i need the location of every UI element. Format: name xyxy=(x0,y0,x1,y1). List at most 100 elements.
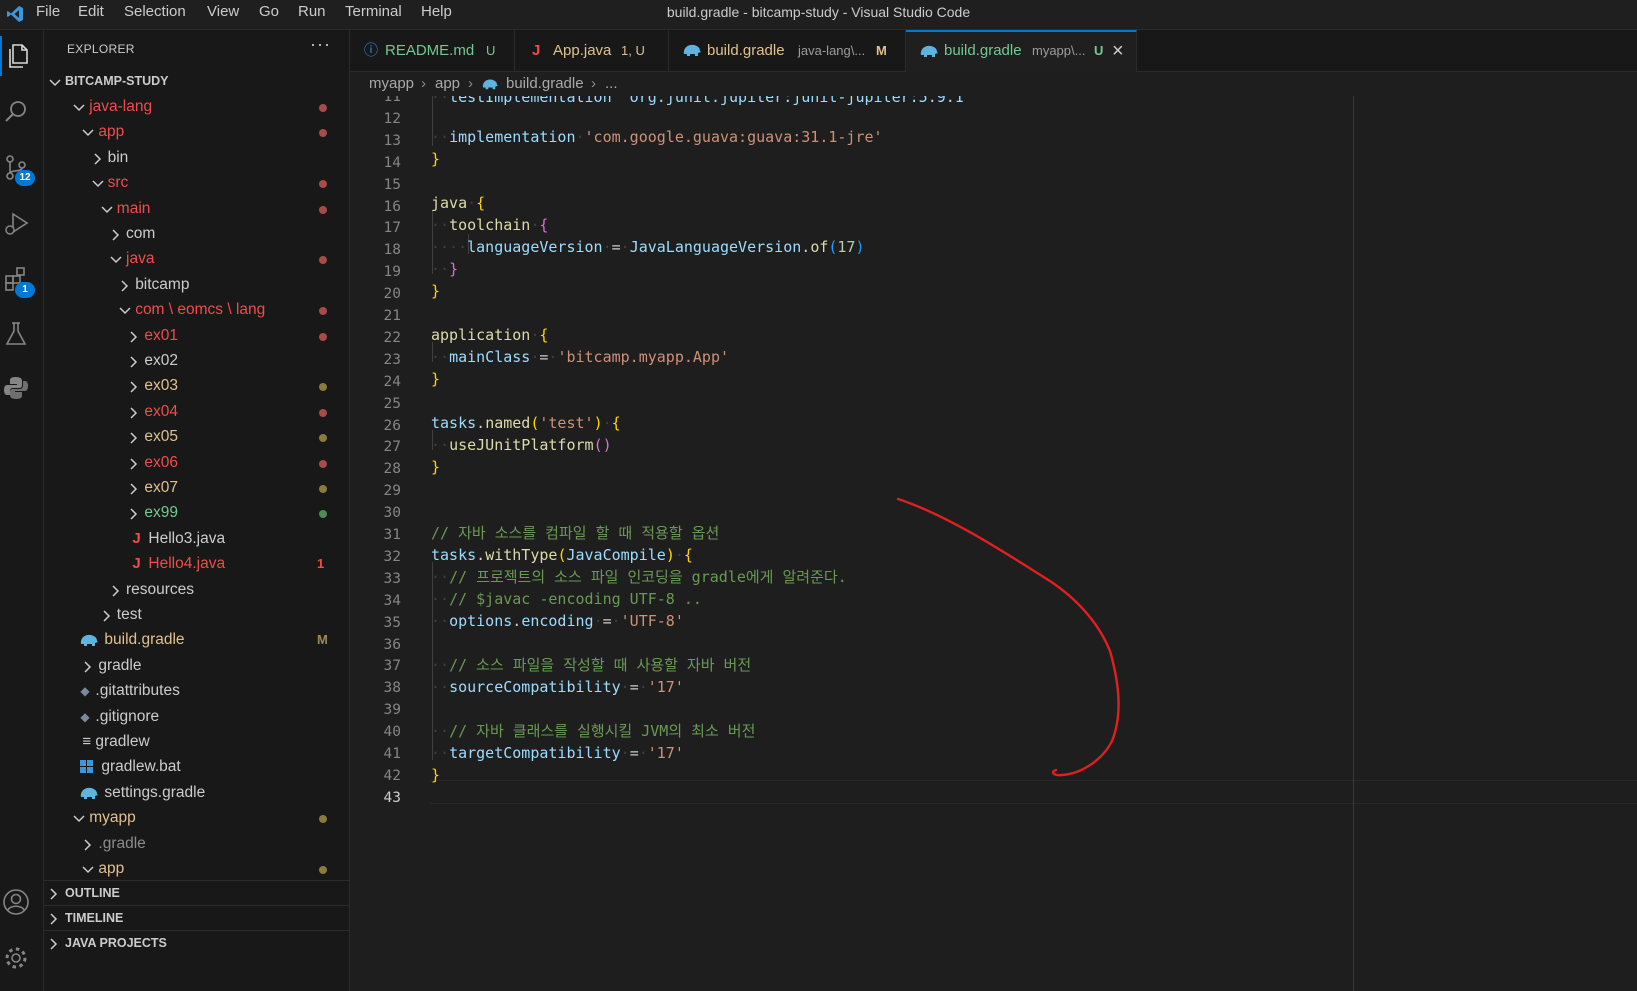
timeline-section-header[interactable]: TIMELINE xyxy=(44,905,349,931)
tab-status: M xyxy=(876,43,887,58)
outline-section-label: OUTLINE xyxy=(65,886,120,900)
java-file-icon: J xyxy=(132,555,141,573)
tree-item-label: ex06 xyxy=(144,453,179,471)
tree-item[interactable]: J Hello3.java xyxy=(44,526,349,552)
tree-item[interactable]: J Hello4.java 1 xyxy=(44,551,349,577)
tree-item[interactable]: com xyxy=(44,221,349,247)
outline-section-header[interactable]: OUTLINE xyxy=(44,880,349,906)
tree-item[interactable]: build.gradle M xyxy=(44,627,349,653)
menu-terminal[interactable]: Terminal xyxy=(345,0,402,24)
menu-run[interactable]: Run xyxy=(298,0,326,24)
breadcrumb-item-symbol[interactable]: ... xyxy=(605,72,618,96)
tree-item[interactable]: .gradle xyxy=(44,831,349,857)
chevron-right-icon xyxy=(112,577,124,603)
tree-item[interactable]: resources xyxy=(44,577,349,603)
run-debug-activity-button[interactable] xyxy=(0,204,32,244)
chevron-down-icon xyxy=(82,119,94,145)
tree-item[interactable]: ≡ gradlew xyxy=(44,729,349,755)
chevron-right-icon xyxy=(130,323,142,349)
menu-go[interactable]: Go xyxy=(259,0,279,24)
search-activity-button[interactable] xyxy=(0,92,32,132)
git-file-icon: ◆ xyxy=(80,684,90,699)
timeline-section-label: TIMELINE xyxy=(65,911,124,925)
tree-item[interactable]: ex01 xyxy=(44,323,349,349)
tree-item[interactable]: ex07 xyxy=(44,475,349,501)
workspace-root-header[interactable]: BITCAMP-STUDY xyxy=(44,72,349,94)
more-actions-icon[interactable]: ··· xyxy=(310,34,331,55)
tree-item-label: Hello3.java xyxy=(148,529,226,547)
tab-readme[interactable]: ⓘ README.md U xyxy=(350,30,515,71)
tree-item-label: com \ eomcs \ lang xyxy=(135,301,266,319)
breadcrumb-item-file[interactable]: build.gradle xyxy=(506,72,584,96)
testing-activity-button[interactable] xyxy=(0,314,32,354)
chevron-right-icon xyxy=(130,399,142,425)
tree-item[interactable]: gradle xyxy=(44,653,349,679)
menu-edit[interactable]: Edit xyxy=(78,0,104,24)
tab-app-java[interactable]: J App.java 1, U xyxy=(515,30,669,71)
python-activity-button[interactable] xyxy=(0,368,32,408)
explorer-activity-button[interactable] xyxy=(0,36,34,76)
git-status-dot xyxy=(319,129,327,138)
workspace-root-label: BITCAMP-STUDY xyxy=(65,74,169,88)
tree-item[interactable]: ex99 xyxy=(44,500,349,526)
tree-item[interactable]: myapp xyxy=(44,805,349,831)
git-status-dot xyxy=(319,434,327,443)
tab-build-gradle-myapp[interactable]: build.gradle myapp\... U × xyxy=(906,30,1137,72)
tree-item[interactable]: app xyxy=(44,119,349,145)
tree-item[interactable]: java xyxy=(44,246,349,272)
breadcrumb-item-app[interactable]: app xyxy=(435,72,460,96)
tree-item[interactable]: ◆ .gitignore xyxy=(44,704,349,730)
chevron-right-icon xyxy=(84,831,96,857)
tree-item[interactable]: com \ eomcs \ lang xyxy=(44,297,349,323)
chevron-right-icon: › xyxy=(421,75,426,92)
tree-item[interactable]: bin xyxy=(44,145,349,171)
manage-activity-button[interactable] xyxy=(0,938,32,978)
close-tab-icon[interactable]: × xyxy=(1112,32,1124,70)
tree-item[interactable]: ex06 xyxy=(44,450,349,476)
accounts-activity-button[interactable] xyxy=(0,882,32,922)
menu-file[interactable]: File xyxy=(36,0,60,24)
tree-item-label: resources xyxy=(126,580,195,598)
tree-item-label: bitcamp xyxy=(135,275,190,293)
tab-build-gradle-java-lang[interactable]: build.gradle java-lang\... M xyxy=(669,30,906,71)
tree-item[interactable]: ◆ .gitattributes xyxy=(44,678,349,704)
tree-item-label: .gitattributes xyxy=(95,682,180,700)
chevron-right-icon xyxy=(130,348,142,374)
git-status-dot xyxy=(319,866,327,874)
chevron-right-icon xyxy=(50,931,62,957)
tree-item[interactable]: ex03 xyxy=(44,373,349,399)
chevron-right-icon xyxy=(130,450,142,476)
tree-item[interactable]: ex05 xyxy=(44,424,349,450)
source-control-activity-button[interactable]: 12 xyxy=(0,148,35,188)
chevron-right-icon xyxy=(50,881,62,907)
tree-item[interactable]: java-lang xyxy=(44,94,349,120)
git-status-dot xyxy=(319,815,327,824)
tree-item[interactable]: test xyxy=(44,602,349,628)
breadcrumb-item-myapp[interactable]: myapp xyxy=(369,72,414,96)
tree-item[interactable]: settings.gradle xyxy=(44,780,349,806)
tree-item[interactable]: app xyxy=(44,856,349,882)
explorer-sidebar: EXPLORER ··· BITCAMP-STUDY java-lang app b… xyxy=(44,30,350,991)
tree-item[interactable]: bitcamp xyxy=(44,272,349,298)
tree-item[interactable]: gradlew.bat xyxy=(44,754,349,780)
run-debug-icon xyxy=(5,212,29,235)
tab-label: README.md xyxy=(385,42,475,59)
tab-description: java-lang\... xyxy=(798,43,866,58)
chevron-right-icon xyxy=(130,373,142,399)
menu-view[interactable]: View xyxy=(207,0,239,24)
gradle-elephant-icon xyxy=(683,44,701,56)
explorer-title: EXPLORER xyxy=(67,42,135,56)
info-icon: ⓘ xyxy=(364,42,378,58)
extensions-activity-button[interactable]: 1 xyxy=(0,260,35,300)
tree-item-label: ex99 xyxy=(144,504,179,522)
menu-help[interactable]: Help xyxy=(421,0,452,24)
code-editor[interactable]: 11 12 13 14 15 16 17 18 19 20 21 22 23 24 25 26 27 28 29 30… xyxy=(350,96,1637,991)
tree-item[interactable]: ex02 xyxy=(44,348,349,374)
gear-icon xyxy=(5,947,27,969)
tree-item[interactable]: main xyxy=(44,196,349,222)
tree-item-label: src xyxy=(107,174,129,192)
tree-item[interactable]: ex04 xyxy=(44,399,349,425)
tree-item[interactable]: src xyxy=(44,170,349,196)
menu-selection[interactable]: Selection xyxy=(124,0,186,24)
java-projects-section-header[interactable]: JAVA PROJECTS xyxy=(44,930,349,956)
